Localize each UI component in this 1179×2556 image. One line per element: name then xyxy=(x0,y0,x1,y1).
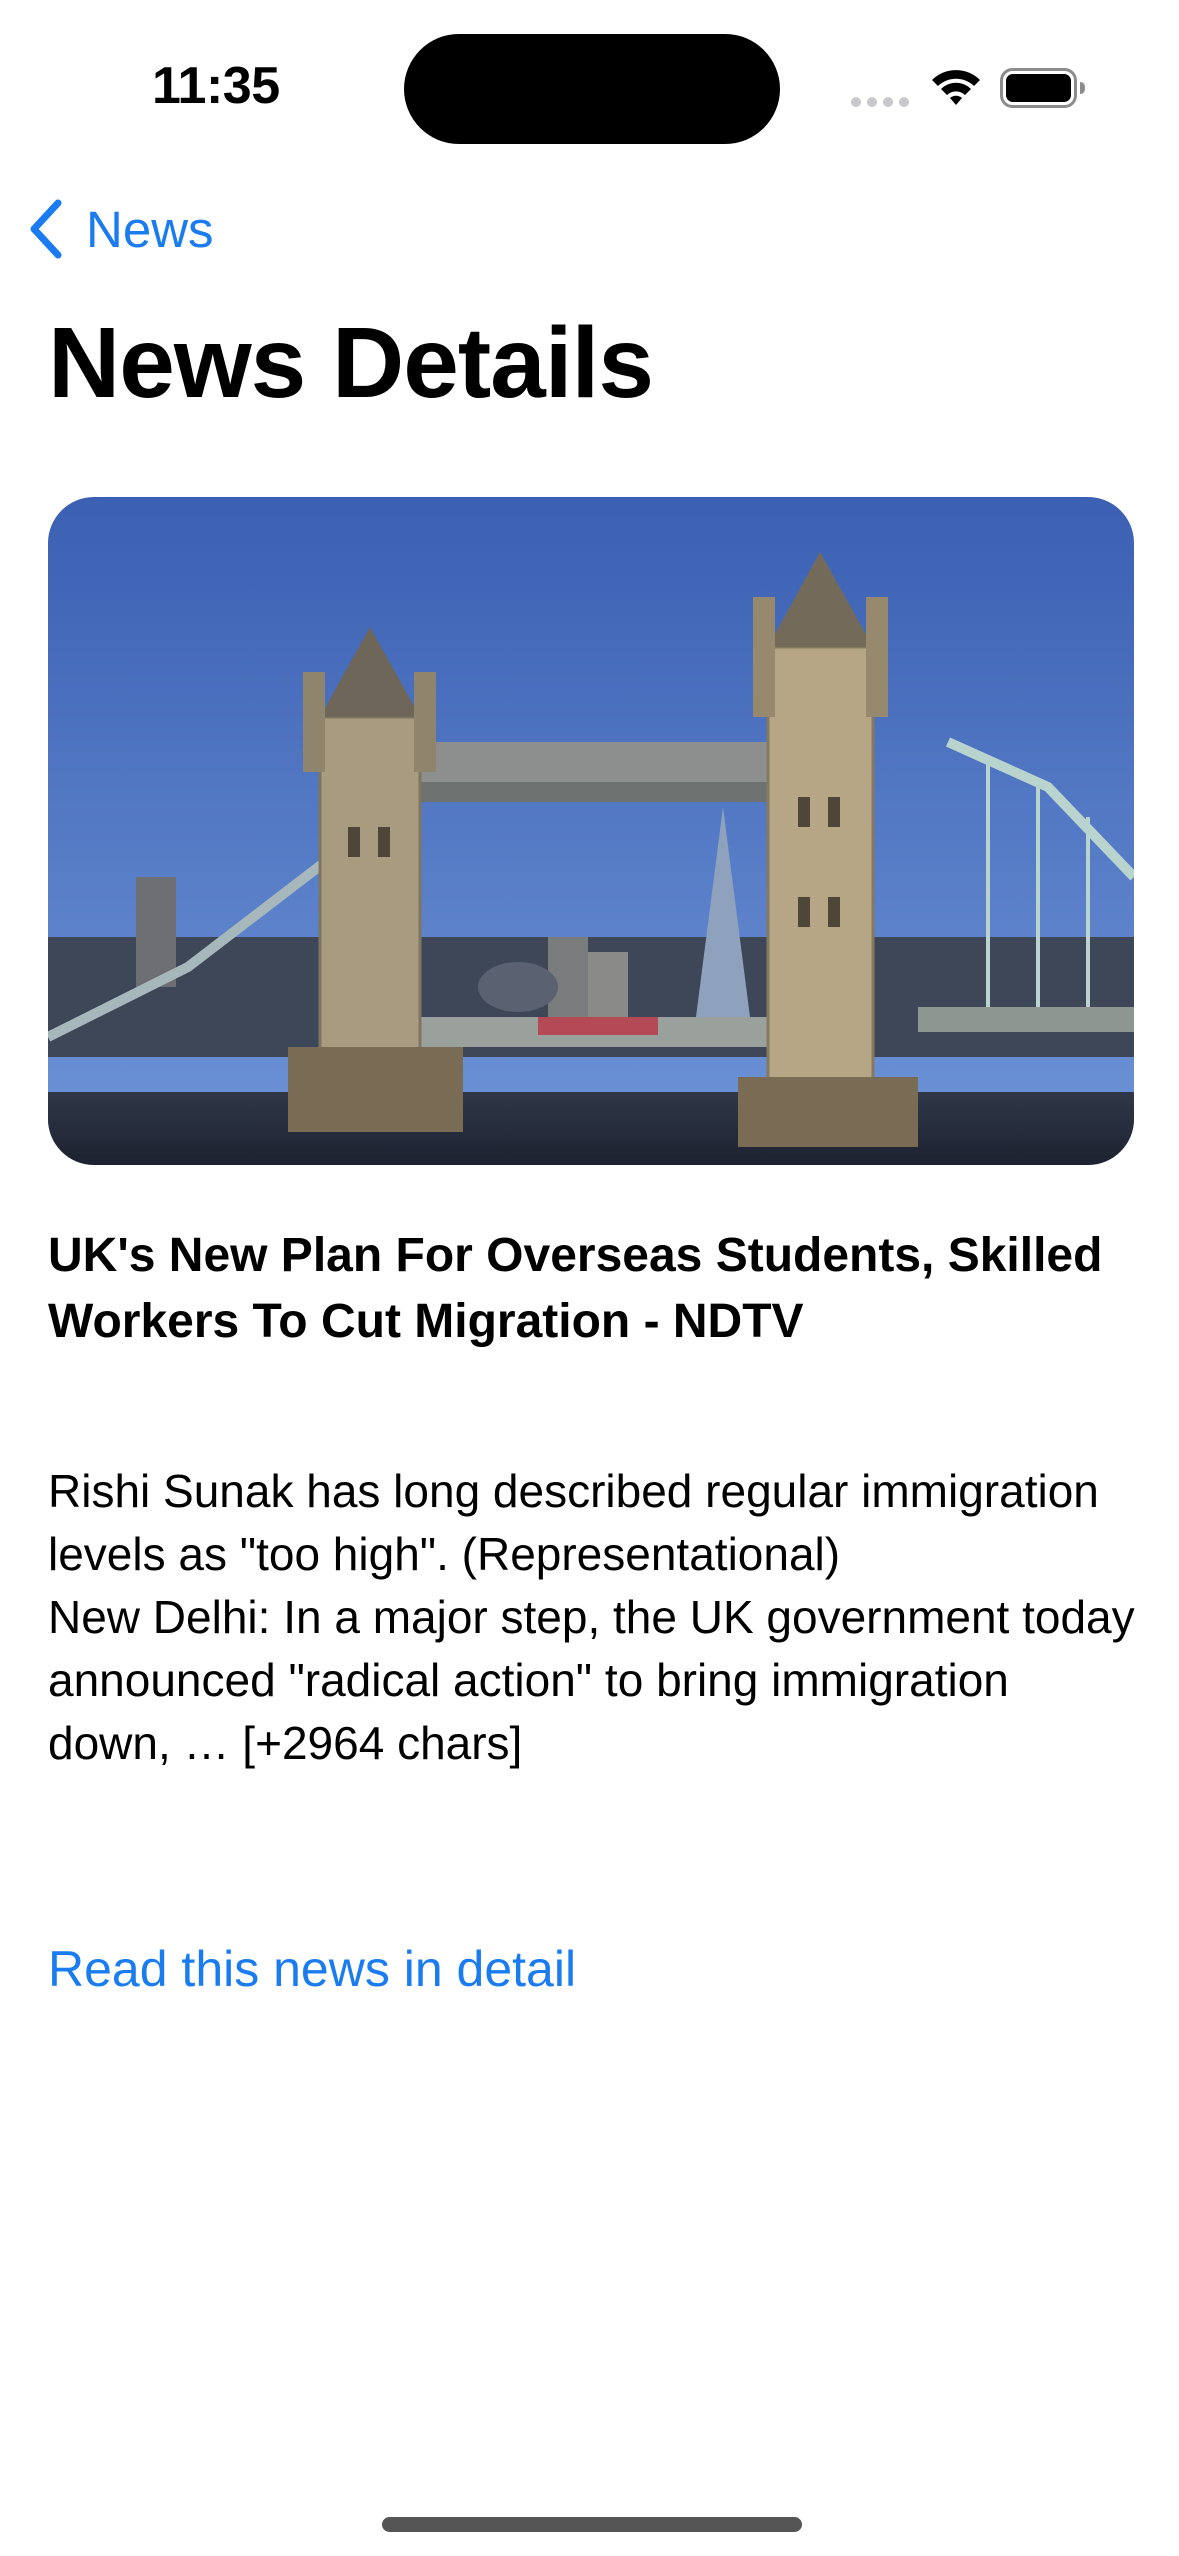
back-button-label: News xyxy=(86,200,214,258)
article-headline: UK's New Plan For Overseas Students, Ski… xyxy=(48,1229,1103,1348)
chevron-left-icon xyxy=(30,199,62,259)
home-indicator[interactable] xyxy=(382,2517,802,2532)
article-description: Rishi Sunak has long described regular i… xyxy=(48,1465,1135,1769)
status-time: 11:35 xyxy=(152,57,280,115)
battery-icon xyxy=(1000,68,1085,108)
page-title: News Details xyxy=(48,307,654,419)
wifi-icon xyxy=(932,70,980,105)
read-more-link[interactable]: Read this news in detail xyxy=(48,1940,576,1998)
dynamic-island xyxy=(404,34,780,144)
back-button[interactable]: News xyxy=(26,196,214,262)
cellular-signal-icon xyxy=(851,97,909,107)
article-image xyxy=(48,497,1134,1165)
